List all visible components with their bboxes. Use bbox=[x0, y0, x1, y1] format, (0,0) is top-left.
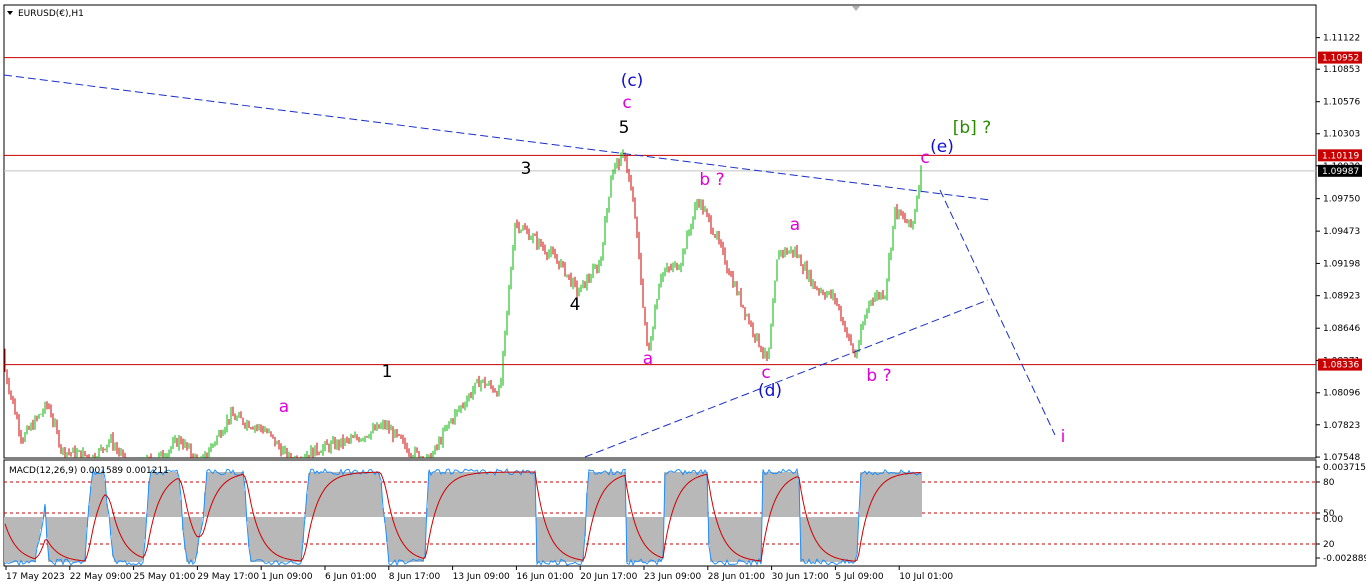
macd-tick-label: 0.00 bbox=[1323, 515, 1343, 525]
price-tick-label: 1.08646 bbox=[1323, 324, 1360, 334]
wave-label-1: 1 bbox=[382, 362, 393, 382]
wave-label-d-blue: (d) bbox=[758, 381, 782, 401]
price-tick-label: 1.08096 bbox=[1323, 389, 1360, 399]
date-tick-label: 13 Jun 09:00 bbox=[453, 572, 510, 582]
level-tag-label: 1.08336 bbox=[1322, 361, 1359, 371]
macd-tick-label: 80 bbox=[1323, 478, 1335, 488]
price-tick-label: 1.09198 bbox=[1323, 259, 1360, 269]
date-tick-label: 16 Jun 01:00 bbox=[516, 572, 573, 582]
wave-label-c-top: c bbox=[920, 148, 929, 168]
price-tick-label: 1.09473 bbox=[1323, 227, 1360, 237]
main-plot-frame bbox=[3, 4, 1317, 459]
price-tick-label: 1.07548 bbox=[1323, 453, 1360, 463]
wave-label-i: i bbox=[1061, 427, 1066, 447]
price-tick-label: 1.07823 bbox=[1323, 421, 1360, 431]
current-price-label: 1.09987 bbox=[1322, 167, 1359, 177]
wave-label-c-low: c bbox=[761, 363, 770, 383]
date-tick-label: 17 May 2023 bbox=[6, 572, 65, 582]
wave-label-a-left: a bbox=[279, 397, 289, 417]
wave-label-c-magenta: c bbox=[622, 93, 631, 113]
wave-label-a-mid: a bbox=[643, 349, 653, 369]
date-tick-label: 1 Jun 09:00 bbox=[261, 572, 313, 582]
wave-label-e-blue: (e) bbox=[930, 137, 954, 157]
date-tick-label: 23 Jun 09:00 bbox=[644, 572, 701, 582]
macd-tick-label: -0.002889 bbox=[1323, 554, 1366, 564]
symbol-label: EURUSD(€),H1 bbox=[18, 9, 84, 19]
macd-tick-label: 20 bbox=[1323, 540, 1335, 550]
date-tick-label: 30 Jun 17:00 bbox=[772, 572, 829, 582]
wave-label-a-right: a bbox=[790, 215, 800, 235]
price-tick-label: 1.08923 bbox=[1323, 292, 1360, 302]
price-tick-label: 1.10576 bbox=[1323, 98, 1360, 108]
level-tag-label: 1.10952 bbox=[1322, 54, 1359, 64]
macd-label: MACD(12,26,9) 0.001589 0.001211 bbox=[9, 466, 169, 476]
price-chart[interactable]: EURUSD(€),H1 (c) c 5 3 4 1 a a b ? a c (… bbox=[0, 0, 1366, 588]
price-tick-label: 1.10853 bbox=[1323, 65, 1360, 75]
price-tick-label: 1.11122 bbox=[1323, 34, 1360, 44]
date-tick-label: 10 Jul 01:00 bbox=[899, 572, 953, 582]
date-tick-label: 25 May 01:00 bbox=[134, 572, 196, 582]
wave-label-b-bracket: [b] ? bbox=[953, 118, 991, 138]
date-tick-label: 8 Jun 17:00 bbox=[389, 572, 441, 582]
date-tick-label: 22 May 09:00 bbox=[70, 572, 132, 582]
wave-label-b-question-1: b ? bbox=[699, 170, 724, 190]
date-tick-label: 20 Jun 17:00 bbox=[580, 572, 637, 582]
date-tick-label: 5 Jul 09:00 bbox=[835, 572, 884, 582]
date-tick-label: 28 Jun 01:00 bbox=[708, 572, 765, 582]
date-tick-label: 29 May 17:00 bbox=[197, 572, 259, 582]
wave-label-4: 4 bbox=[570, 295, 581, 315]
level-tag-label: 1.10119 bbox=[1322, 151, 1359, 161]
price-tick-label: 1.09750 bbox=[1323, 195, 1360, 205]
wave-label-3: 3 bbox=[521, 159, 532, 179]
wave-label-5: 5 bbox=[619, 118, 630, 138]
wave-label-c-blue: (c) bbox=[621, 71, 644, 91]
macd-tick-label: 0.003715 bbox=[1323, 463, 1366, 473]
wave-label-b-question-2: b ? bbox=[866, 366, 891, 386]
date-tick-label: 6 Jun 01:00 bbox=[325, 572, 377, 582]
price-tick-label: 1.10303 bbox=[1323, 130, 1360, 140]
